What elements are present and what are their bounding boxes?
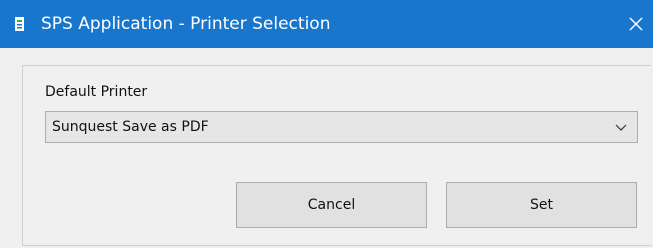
dialog-body: Default Printer Sunquest Save as PDF Can… bbox=[0, 48, 653, 248]
window-title: SPS Application - Printer Selection bbox=[41, 14, 331, 34]
title-bar[interactable]: SPS Application - Printer Selection bbox=[0, 0, 653, 48]
chevron-down-icon bbox=[615, 124, 627, 131]
app-window-icon bbox=[15, 17, 24, 31]
cancel-button[interactable]: Cancel bbox=[236, 182, 427, 228]
default-printer-label: Default Printer bbox=[45, 84, 148, 100]
close-icon bbox=[629, 17, 643, 31]
set-button[interactable]: Set bbox=[446, 182, 637, 228]
printer-dropdown[interactable]: Sunquest Save as PDF bbox=[45, 111, 638, 143]
printer-selection-dialog: SPS Application - Printer Selection Defa… bbox=[0, 0, 653, 248]
printer-dropdown-value: Sunquest Save as PDF bbox=[52, 119, 209, 135]
close-button[interactable] bbox=[619, 0, 653, 48]
